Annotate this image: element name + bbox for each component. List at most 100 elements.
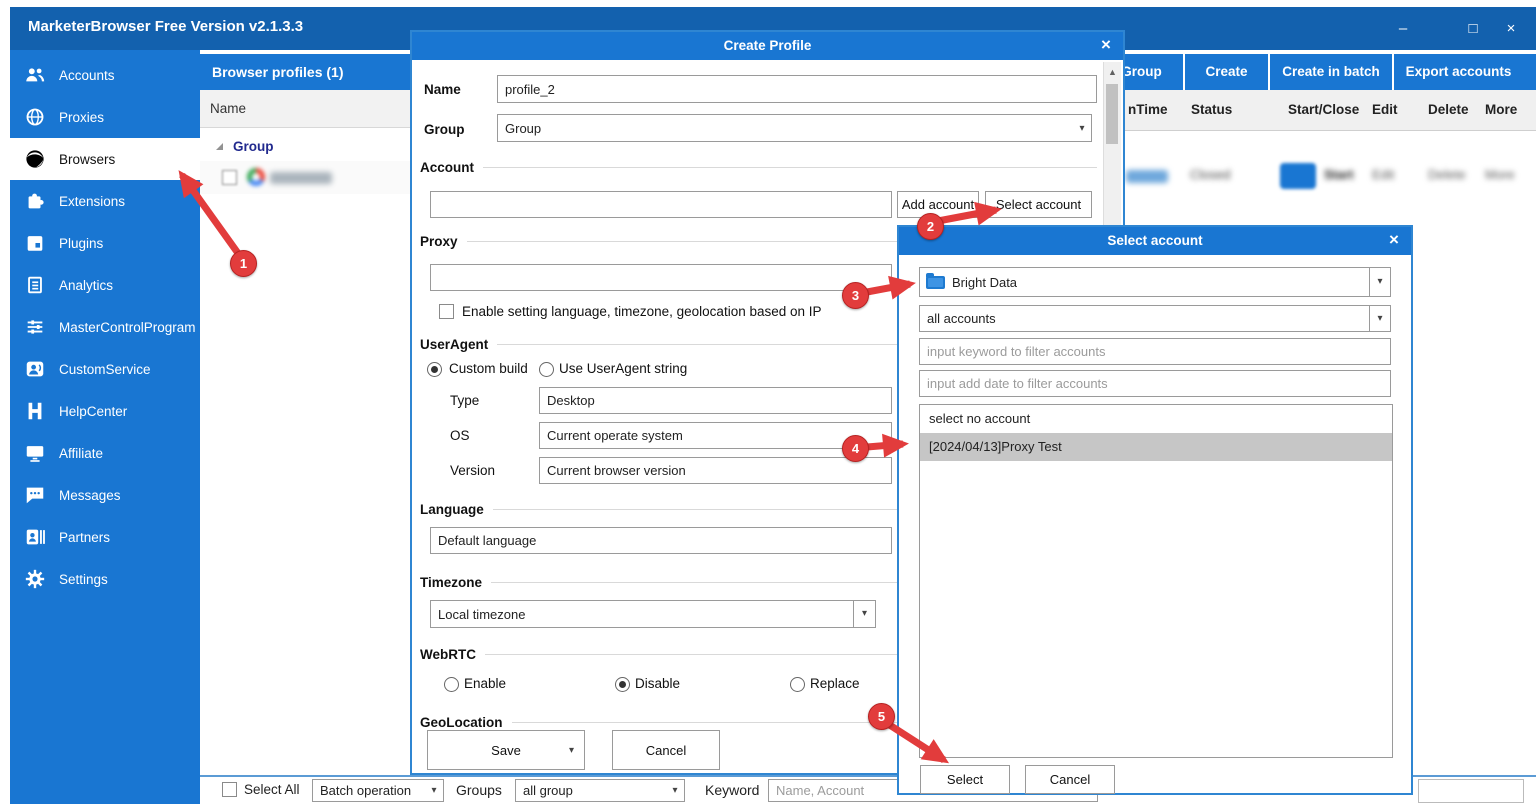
plugins-icon xyxy=(24,232,46,254)
column-edit[interactable]: Edit xyxy=(1372,90,1398,130)
scrollbar-thumb[interactable] xyxy=(1106,84,1118,144)
profile-name-input[interactable] xyxy=(497,75,1097,103)
sidebar-item-customservice[interactable]: CustomService xyxy=(10,348,200,390)
webrtc-enable-radio[interactable] xyxy=(444,677,459,692)
sidebar-item-settings[interactable]: Settings xyxy=(10,558,200,600)
sidebar-item-affiliate[interactable]: Affiliate xyxy=(10,432,200,474)
messages-icon xyxy=(24,484,46,506)
column-status[interactable]: Status xyxy=(1191,90,1232,130)
close-icon[interactable]: × xyxy=(1095,32,1117,60)
minimize-icon[interactable]: – xyxy=(1388,17,1418,41)
add-account-button[interactable]: Add account xyxy=(897,191,979,218)
webrtc-disable-radio[interactable] xyxy=(615,677,630,692)
profiles-panel-header: Browser profiles (1) xyxy=(200,54,415,90)
delete-cell[interactable]: Delete xyxy=(1428,167,1466,182)
os-input[interactable] xyxy=(539,422,892,449)
cancel-button[interactable]: Cancel xyxy=(612,730,720,770)
chevron-down-icon: ▾ xyxy=(853,601,875,627)
step-5-badge: 5 xyxy=(868,703,895,730)
groups-select[interactable]: all group ▾ xyxy=(515,779,685,802)
close-icon[interactable]: × xyxy=(1496,17,1526,41)
sidebar-item-helpcenter[interactable]: HelpCenter xyxy=(10,390,200,432)
webrtc-replace-label: Replace xyxy=(810,676,860,691)
enable-ip-label: Enable setting language, timezone, geolo… xyxy=(462,304,822,319)
select-button[interactable]: Select xyxy=(920,765,1010,794)
type-input[interactable] xyxy=(539,387,892,414)
step-4-badge: 4 xyxy=(842,435,869,462)
sidebar-item-plugins[interactable]: Plugins xyxy=(10,222,200,264)
create-in-batch-button[interactable]: Create in batch xyxy=(1268,54,1392,90)
sidebar-item-messages[interactable]: Messages xyxy=(10,474,200,516)
table-row[interactable]: Closed Start Edit Delete More xyxy=(1100,156,1536,196)
redacted-profile-name xyxy=(270,172,332,184)
column-start-close[interactable]: Start/Close xyxy=(1288,90,1359,130)
start-toggle[interactable] xyxy=(1280,163,1316,189)
filter-keyword-input[interactable] xyxy=(919,338,1391,365)
account-input[interactable] xyxy=(430,191,892,218)
version-input[interactable] xyxy=(539,457,892,484)
partners-icon xyxy=(24,526,46,548)
batch-operation-select[interactable]: Batch operation ▾ xyxy=(312,779,444,802)
export-accounts-button[interactable]: Export accounts xyxy=(1392,54,1523,90)
close-icon[interactable]: × xyxy=(1383,227,1405,255)
column-delete[interactable]: Delete xyxy=(1428,90,1469,130)
analytics-icon xyxy=(24,274,46,296)
account-folder-select[interactable]: Bright Data ▾ xyxy=(919,267,1391,297)
sidebar-item-label: Proxies xyxy=(59,110,104,125)
account-scope-select[interactable]: all accounts ▾ xyxy=(919,305,1391,332)
custom-build-radio[interactable] xyxy=(427,362,442,377)
bottom-right-box[interactable] xyxy=(1418,779,1524,803)
edit-cell[interactable]: Edit xyxy=(1372,167,1394,182)
sidebar-item-mastercontrolprogram[interactable]: MasterControlProgram xyxy=(10,306,200,348)
filter-date-input[interactable] xyxy=(919,370,1391,397)
cancel-button[interactable]: Cancel xyxy=(1025,765,1115,794)
webrtc-replace-radio[interactable] xyxy=(790,677,805,692)
profile-group-select[interactable]: Group ▾ xyxy=(497,114,1092,142)
tree-expander-icon[interactable] xyxy=(216,143,223,150)
step-3-badge: 3 xyxy=(842,282,869,309)
sidebar-item-label: Analytics xyxy=(59,278,113,293)
sidebar-item-label: Settings xyxy=(59,572,108,587)
select-account-dialog: Select account × Bright Data ▾ all accou… xyxy=(897,225,1413,795)
select-account-button[interactable]: Select account xyxy=(985,191,1092,218)
list-item-proxy-test[interactable]: [2024/04/13]Proxy Test xyxy=(920,433,1392,461)
tree-group-node[interactable]: Group xyxy=(200,132,415,160)
list-item-no-account[interactable]: select no account xyxy=(920,405,1392,433)
sidebar-item-analytics[interactable]: Analytics xyxy=(10,264,200,306)
chevron-down-icon: ▾ xyxy=(1369,306,1390,331)
settings-gear-icon xyxy=(24,568,46,590)
name-column-header[interactable]: Name xyxy=(200,90,415,128)
maximize-icon[interactable]: □ xyxy=(1458,17,1488,41)
accounts-toolbar: Group Create Create in batch Export acco… xyxy=(1100,54,1536,90)
start-cell[interactable]: Start xyxy=(1324,167,1354,182)
sidebar-item-label: Partners xyxy=(59,530,110,545)
enable-ip-checkbox[interactable] xyxy=(439,304,454,319)
sidebar-item-proxies[interactable]: Proxies xyxy=(10,96,200,138)
column-opentime[interactable]: nTime xyxy=(1128,90,1168,130)
sidebar-item-browsers[interactable]: Browsers xyxy=(10,138,200,180)
account-section-header: Account xyxy=(420,160,1097,175)
browsers-icon xyxy=(24,148,46,170)
sidebar-item-extensions[interactable]: Extensions xyxy=(10,180,200,222)
column-more[interactable]: More xyxy=(1485,90,1517,130)
timezone-select[interactable]: Local timezone ▾ xyxy=(430,600,876,628)
scroll-up-icon[interactable]: ▲ xyxy=(1104,64,1121,80)
more-cell[interactable]: More xyxy=(1485,167,1515,182)
ua-string-radio[interactable] xyxy=(539,362,554,377)
proxy-input[interactable] xyxy=(430,264,892,291)
version-label: Version xyxy=(450,463,495,478)
sidebar-item-label: MasterControlProgram xyxy=(59,320,196,335)
create-button[interactable]: Create xyxy=(1183,54,1268,90)
save-button[interactable]: Save ▾ xyxy=(427,730,585,770)
affiliate-icon xyxy=(24,442,46,464)
select-all-label: Select All xyxy=(244,782,300,797)
select-all-checkbox[interactable] xyxy=(222,782,237,797)
select-account-title: Select account xyxy=(899,227,1411,255)
language-input[interactable] xyxy=(430,527,892,554)
window-title: MarketerBrowser Free Version v2.1.3.3 xyxy=(28,18,303,35)
profiles-table-header: nTime Status Start/Close Edit Delete Mor… xyxy=(1100,90,1536,131)
profile-checkbox[interactable] xyxy=(222,170,237,185)
profile-row-redacted[interactable] xyxy=(200,161,415,194)
sidebar-item-accounts[interactable]: Accounts xyxy=(10,54,200,96)
sidebar-item-partners[interactable]: Partners xyxy=(10,516,200,558)
